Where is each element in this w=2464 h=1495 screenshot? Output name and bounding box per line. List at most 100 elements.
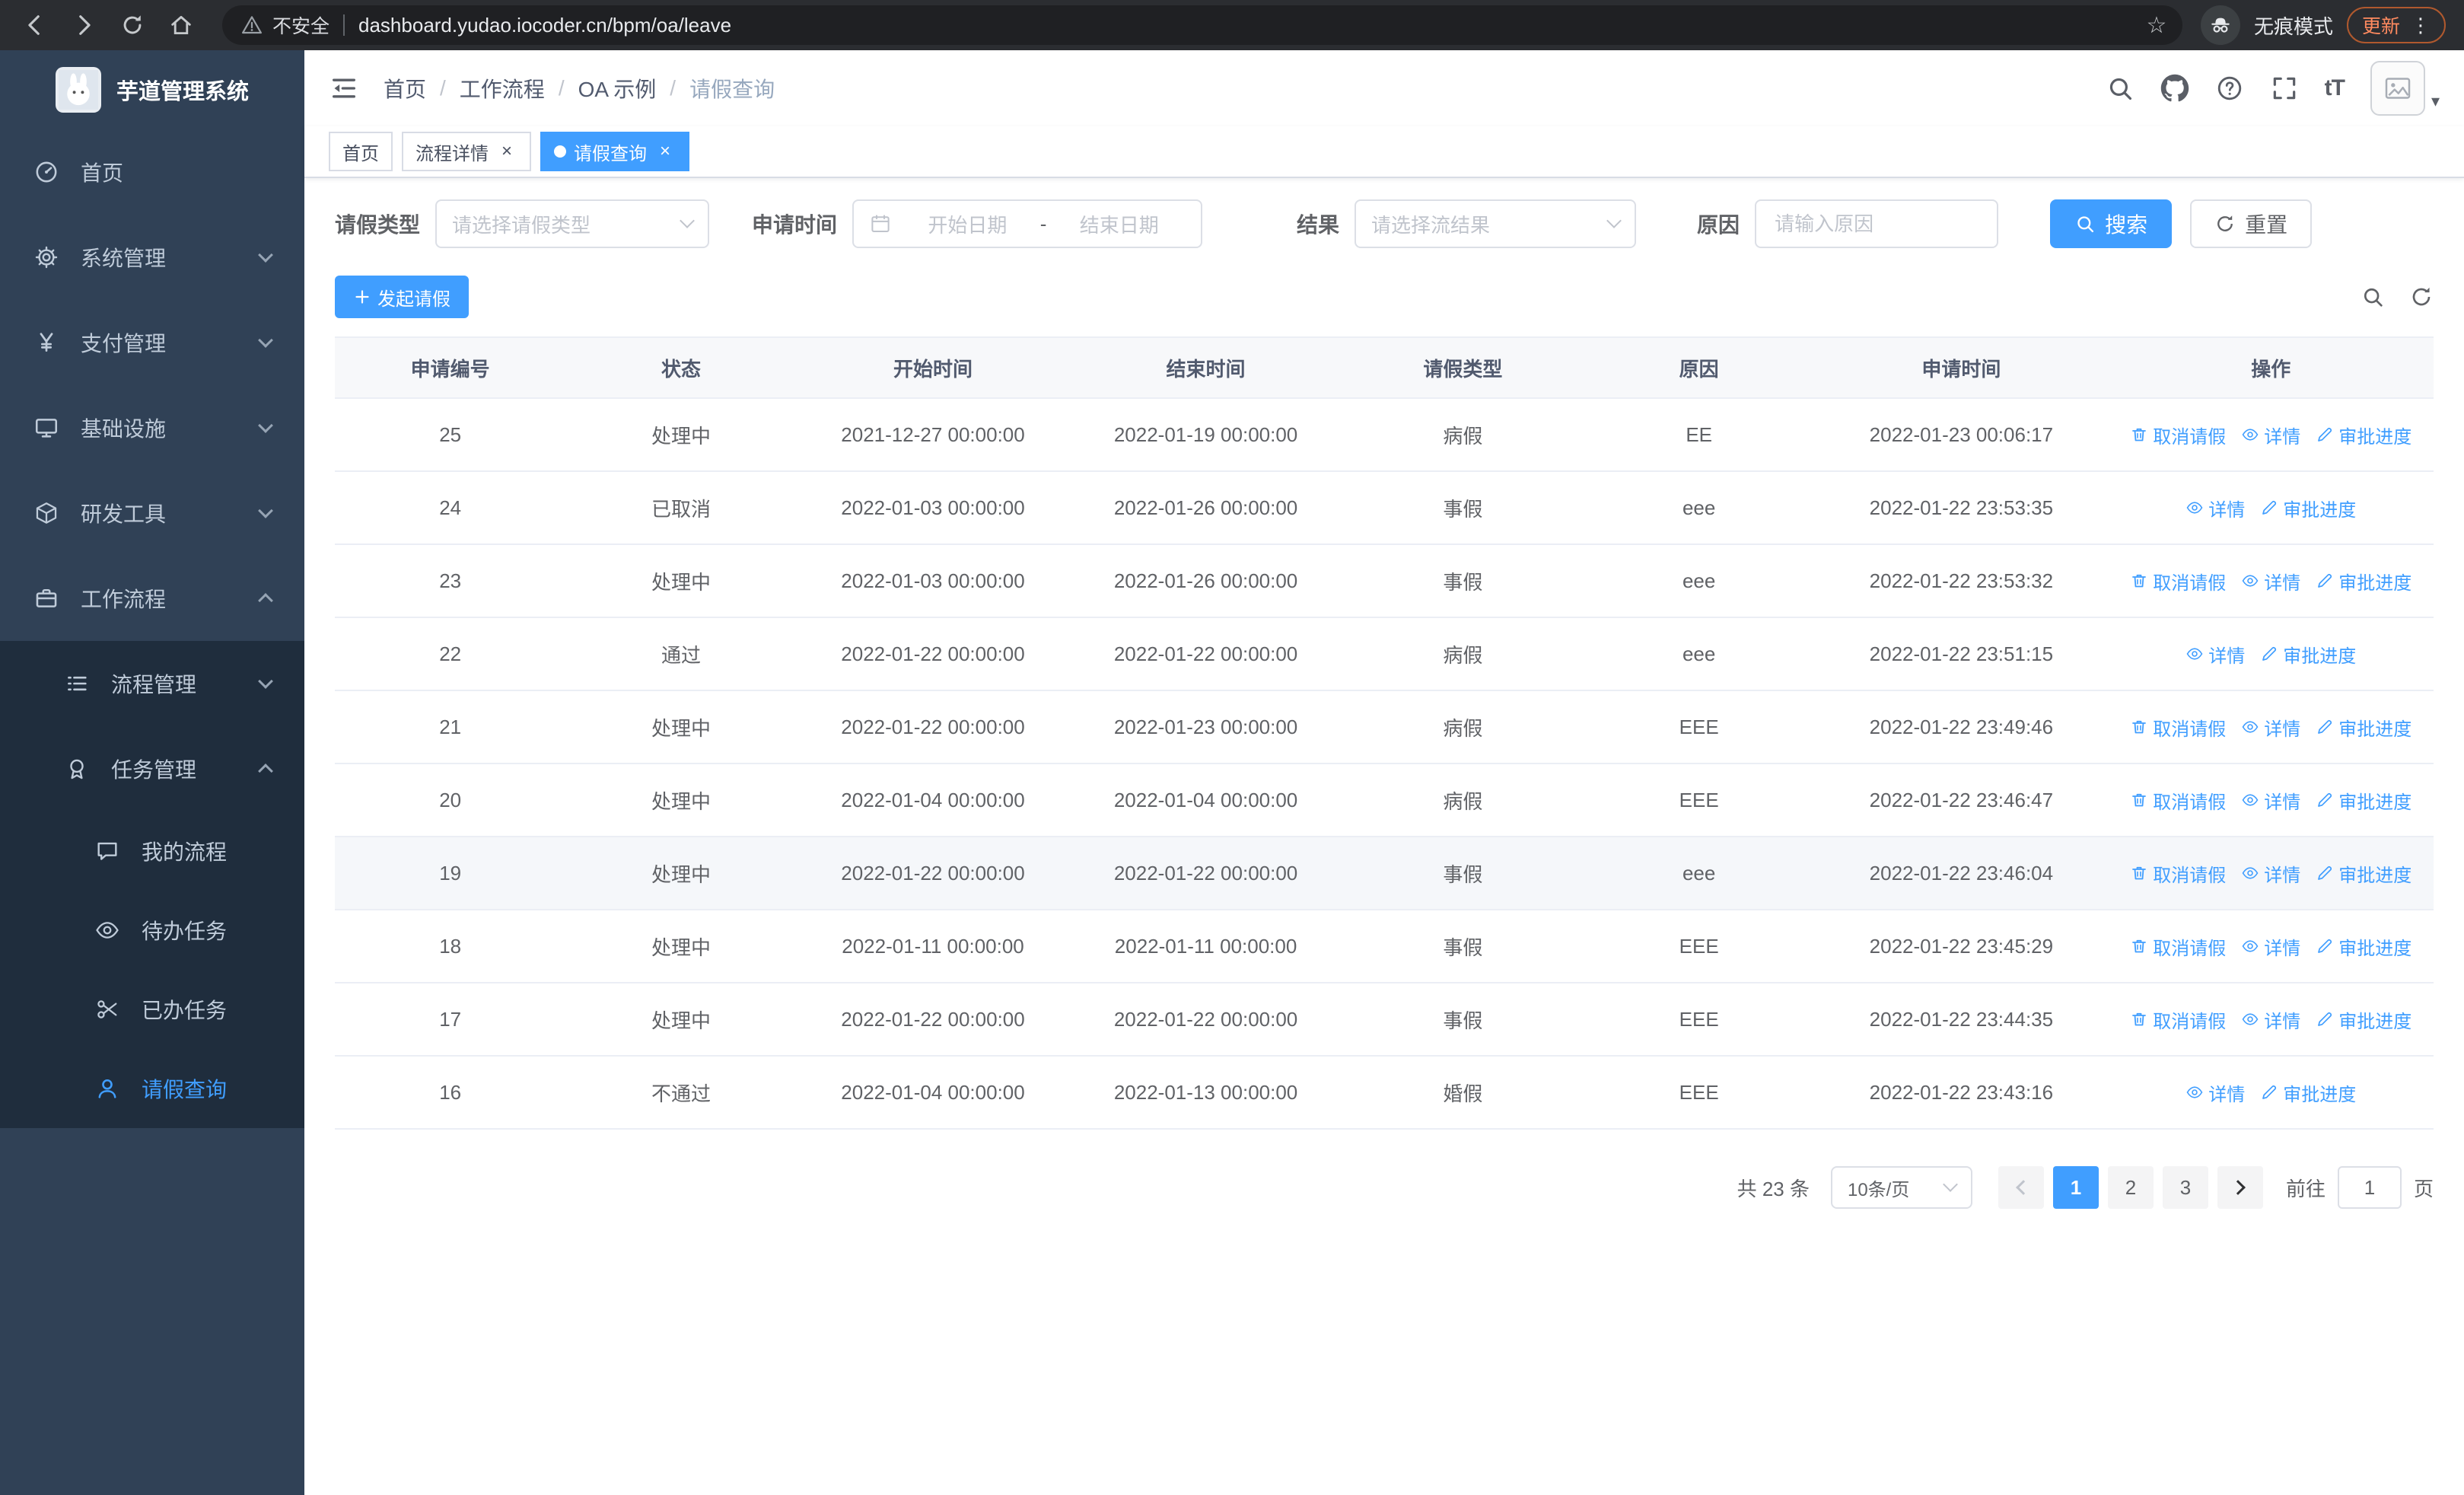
approval-progress-link[interactable]: 审批进度 [2316, 1006, 2411, 1033]
sidebar-item-done-tasks[interactable]: 已办任务 [0, 970, 304, 1049]
approval-progress-link[interactable]: 审批进度 [2260, 1079, 2356, 1106]
browser-window: 不安全 dashboard.yudao.iocoder.cn/bpm/oa/le… [0, 0, 2464, 1495]
page-button-2[interactable]: 2 [2107, 1166, 2154, 1209]
browser-reload-button[interactable] [110, 2, 155, 48]
sidebar-item-infrastructure[interactable]: 基础设施 [0, 385, 304, 470]
detail-link[interactable]: 详情 [2185, 1079, 2245, 1106]
approval-progress-link[interactable]: 审批进度 [2316, 714, 2411, 741]
cancel-leave-link[interactable]: 取消请假 [2130, 860, 2226, 887]
avatar[interactable] [2370, 61, 2425, 116]
browser-update-button[interactable]: 更新 ⋮ [2346, 7, 2446, 43]
sidebar-item-my-process[interactable]: 我的流程 [0, 811, 304, 891]
security-warning-icon[interactable] [240, 14, 263, 37]
tab-process-detail[interactable]: 流程详情 × [402, 132, 531, 171]
cancel-leave-link[interactable]: 取消请假 [2130, 422, 2226, 448]
goto-prefix-label: 前往 [2285, 1177, 2326, 1200]
table-row[interactable]: 24 已取消 2022-01-03 00:00:00 2022-01-26 00:00… [335, 471, 2434, 545]
detail-link[interactable]: 详情 [2241, 860, 2300, 887]
browser-home-button[interactable] [158, 2, 204, 48]
help-icon[interactable] [2215, 74, 2244, 103]
toggle-search-icon[interactable] [2361, 285, 2385, 309]
create-leave-button[interactable]: 发起请假 [335, 276, 469, 318]
edit-icon [2260, 1083, 2278, 1101]
font-size-icon[interactable]: tT [2325, 75, 2345, 101]
approval-progress-link[interactable]: 审批进度 [2260, 495, 2356, 521]
end-date-placeholder[interactable]: 结束日期 [1052, 210, 1186, 238]
cancel-leave-link[interactable]: 取消请假 [2130, 933, 2226, 960]
browser-back-button[interactable] [12, 2, 58, 48]
detail-link[interactable]: 详情 [2241, 787, 2300, 814]
page-button-3[interactable]: 3 [2162, 1166, 2208, 1209]
leave-type-cell: 病假 [1342, 763, 1584, 837]
detail-link[interactable]: 详情 [2185, 495, 2245, 521]
detail-link[interactable]: 详情 [2241, 422, 2300, 448]
hamburger-icon[interactable] [329, 73, 359, 104]
tab-close-icon[interactable]: × [654, 141, 676, 162]
sidebar-item-system[interactable]: 系统管理 [0, 215, 304, 300]
detail-link[interactable]: 详情 [2241, 933, 2300, 960]
sidebar-item-payment[interactable]: 支付管理 [0, 300, 304, 385]
approval-progress-link[interactable]: 审批进度 [2316, 860, 2411, 887]
detail-link[interactable]: 详情 [2241, 1006, 2300, 1033]
address-bar[interactable]: 不安全 dashboard.yudao.iocoder.cn/bpm/oa/le… [222, 5, 2182, 45]
tab-close-icon[interactable]: × [496, 141, 517, 162]
cancel-leave-link[interactable]: 取消请假 [2130, 568, 2226, 594]
fullscreen-icon[interactable] [2270, 74, 2299, 103]
breadcrumb-item[interactable]: OA 示例 [578, 73, 657, 104]
search-icon[interactable] [2106, 74, 2135, 103]
leave-type-cell: 病假 [1342, 690, 1584, 764]
table-row[interactable]: 23 处理中 2022-01-03 00:00:00 2022-01-26 00:00… [335, 544, 2434, 618]
breadcrumb-item[interactable]: 工作流程 [460, 73, 545, 104]
tab-leave-query[interactable]: 请假查询 × [540, 132, 689, 171]
approval-progress-link[interactable]: 审批进度 [2316, 422, 2411, 448]
approval-progress-link[interactable]: 审批进度 [2316, 568, 2411, 594]
refresh-list-icon[interactable] [2409, 285, 2434, 309]
sidebar-item-task-mgmt[interactable]: 任务管理 [0, 726, 304, 811]
browser-menu-icon[interactable]: ⋮ [2411, 14, 2431, 37]
approval-progress-link[interactable]: 审批进度 [2316, 787, 2411, 814]
approval-progress-link[interactable]: 审批进度 [2316, 933, 2411, 960]
apply-time-cell: 2022-01-22 23:45:29 [1814, 910, 2109, 983]
sidebar-item-leave-query[interactable]: 请假查询 [0, 1049, 304, 1128]
browser-forward-button[interactable] [61, 2, 107, 48]
table-row[interactable]: 21 处理中 2022-01-22 00:00:00 2022-01-23 00:00… [335, 690, 2434, 764]
tab-home[interactable]: 首页 [329, 132, 393, 171]
github-icon[interactable] [2160, 74, 2189, 103]
prev-page-button[interactable] [1998, 1166, 2044, 1209]
cancel-leave-link[interactable]: 取消请假 [2130, 1006, 2226, 1033]
table-row[interactable]: 20 处理中 2022-01-04 00:00:00 2022-01-04 00:00… [335, 763, 2434, 837]
detail-link[interactable]: 详情 [2241, 714, 2300, 741]
user-menu[interactable]: ▾ [2370, 61, 2440, 116]
table-row[interactable]: 22 通过 2022-01-22 00:00:00 2022-01-22 00:00:… [335, 617, 2434, 691]
detail-link[interactable]: 详情 [2241, 568, 2300, 594]
start-date-placeholder[interactable]: 开始日期 [901, 210, 1034, 238]
cancel-leave-link[interactable]: 取消请假 [2130, 714, 2226, 741]
reset-button[interactable]: 重置 [2190, 199, 2313, 248]
reason-input[interactable] [1772, 210, 1982, 237]
table-row[interactable]: 17 处理中 2022-01-22 00:00:00 2022-01-22 00:00… [335, 983, 2434, 1057]
bookmark-star-icon[interactable]: ☆ [2137, 5, 2176, 45]
goto-page-input[interactable] [2337, 1166, 2402, 1209]
table-row[interactable]: 16 不通过 2022-01-04 00:00:00 2022-01-13 00:00… [335, 1056, 2434, 1130]
detail-link[interactable]: 详情 [2185, 641, 2245, 668]
table-row[interactable]: 25 处理中 2021-12-27 00:00:00 2022-01-19 00:00… [335, 398, 2434, 472]
sidebar-item-dev-tools[interactable]: 研发工具 [0, 470, 304, 556]
leave-type-select[interactable]: 请选择请假类型 [435, 199, 710, 248]
result-select[interactable]: 请选择流结果 [1355, 199, 1637, 248]
cancel-leave-link[interactable]: 取消请假 [2130, 787, 2226, 814]
table-row[interactable]: 18 处理中 2022-01-11 00:00:00 2022-01-11 00:00… [335, 910, 2434, 983]
url-text[interactable]: dashboard.yudao.iocoder.cn/bpm/oa/leave [358, 14, 731, 37]
apply-time-range-picker[interactable]: 开始日期 - 结束日期 [852, 199, 1203, 248]
sidebar-item-todo-tasks[interactable]: 待办任务 [0, 891, 304, 970]
sidebar-item-workflow[interactable]: 工作流程 [0, 556, 304, 641]
next-page-button[interactable] [2217, 1166, 2263, 1209]
search-button[interactable]: 搜索 [2050, 199, 2173, 248]
approval-progress-link[interactable]: 审批进度 [2260, 641, 2356, 668]
sidebar-item-home[interactable]: 首页 [0, 129, 304, 215]
sidebar-item-process-mgmt[interactable]: 流程管理 [0, 641, 304, 726]
page-button-1[interactable]: 1 [2052, 1166, 2099, 1209]
pagination: 共 23 条 10条/页 123 前往 页 [335, 1166, 2434, 1209]
table-row[interactable]: 19 处理中 2022-01-22 00:00:00 2022-01-22 00:00… [335, 837, 2434, 910]
breadcrumb-item[interactable]: 首页 [384, 73, 426, 104]
page-size-select[interactable]: 10条/页 [1830, 1166, 1972, 1209]
